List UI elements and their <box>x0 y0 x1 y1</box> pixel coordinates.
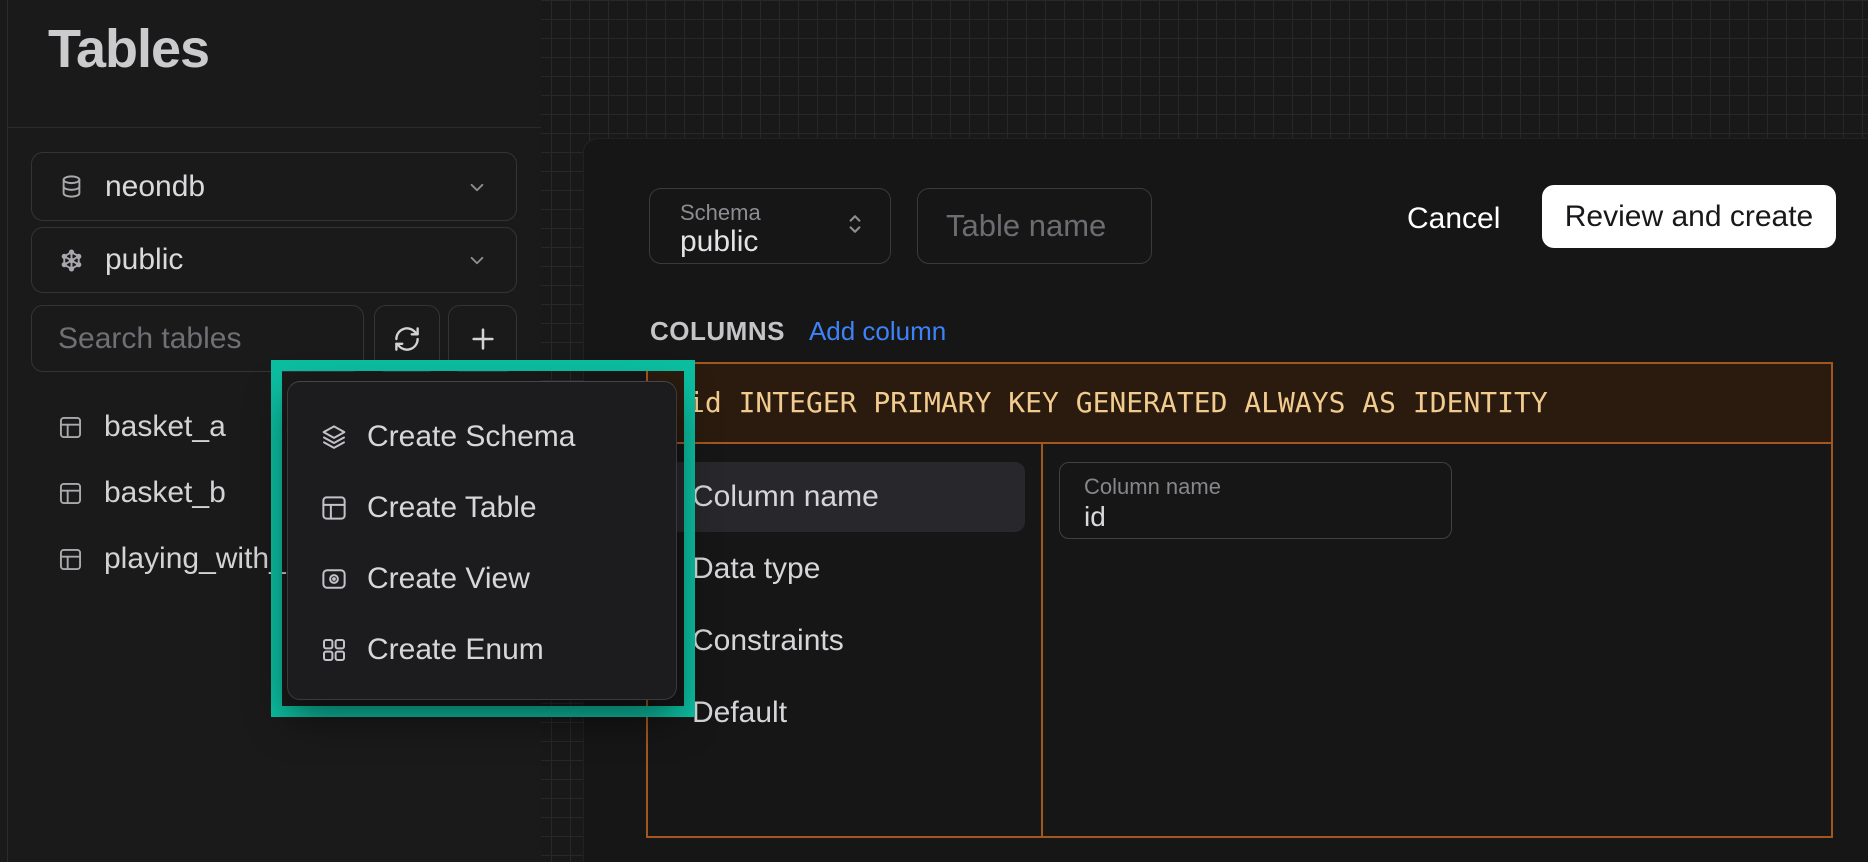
menu-item-label: Create View <box>367 562 530 596</box>
schema-field-label: Schema <box>680 200 761 226</box>
table-name: playing_with_ <box>104 542 286 576</box>
table-icon <box>57 480 84 507</box>
chevron-down-icon <box>464 247 490 273</box>
create-table-drawer: Schema public Cancel Review and create C… <box>583 138 1868 862</box>
column-sql-row[interactable]: id INTEGER PRIMARY KEY GENERATED ALWAYS … <box>648 364 1831 444</box>
column-name-input-value: id <box>1084 501 1106 533</box>
column-settings-form: Column name id <box>1043 444 1831 836</box>
menu-item-create-schema[interactable]: Create Schema <box>288 401 676 472</box>
column-name-input[interactable]: Column name id <box>1059 462 1452 539</box>
columns-editor-panel: id INTEGER PRIMARY KEY GENERATED ALWAYS … <box>646 362 1833 838</box>
schema-field-value: public <box>680 225 758 259</box>
table-name: basket_a <box>104 410 226 444</box>
table-icon <box>319 493 349 523</box>
page-title: Tables <box>48 18 209 80</box>
table-icon <box>57 546 84 573</box>
view-icon <box>319 564 349 594</box>
database-select-value: neondb <box>105 170 205 204</box>
nav-item-default[interactable]: Default <box>660 678 1025 748</box>
editor-schema-select[interactable]: Schema public <box>649 188 891 264</box>
column-editor-body: Column name Data type Constraints Defaul… <box>648 444 1831 836</box>
columns-title: COLUMNS <box>650 316 785 347</box>
database-select[interactable]: neondb <box>31 152 517 221</box>
table-icon <box>57 414 84 441</box>
layers-icon <box>319 422 349 452</box>
column-name-input-label: Column name <box>1084 474 1221 500</box>
menu-item-label: Create Table <box>367 491 537 525</box>
menu-item-create-view[interactable]: Create View <box>288 543 676 614</box>
refresh-icon <box>392 324 422 354</box>
refresh-button[interactable] <box>374 305 440 372</box>
menu-item-create-enum[interactable]: Create Enum <box>288 614 676 685</box>
nav-item-constraints[interactable]: Constraints <box>660 606 1025 676</box>
review-and-create-button[interactable]: Review and create <box>1542 185 1836 248</box>
table-name: basket_b <box>104 476 226 510</box>
sidebar-divider <box>7 127 541 128</box>
schema-select-value: public <box>105 243 183 277</box>
sidebar-left-edge <box>7 0 8 862</box>
cancel-button[interactable]: Cancel <box>1391 194 1516 244</box>
nav-item-data-type[interactable]: Data type <box>660 534 1025 604</box>
grid-icon <box>319 635 349 665</box>
page-background: Tables neondb public <box>0 0 1868 862</box>
create-dropdown-menu: Create Schema Create Table Create View C… <box>287 381 677 700</box>
columns-header: COLUMNS Add column <box>650 316 946 347</box>
schema-icon <box>58 247 85 274</box>
database-icon <box>58 173 85 200</box>
table-name-input[interactable] <box>917 188 1152 264</box>
menu-item-label: Create Schema <box>367 420 575 454</box>
column-settings-nav: Column name Data type Constraints Defaul… <box>648 444 1043 836</box>
add-column-button[interactable]: Add column <box>809 316 946 347</box>
nav-item-column-name[interactable]: Column name <box>660 462 1025 532</box>
add-table-button[interactable] <box>448 305 517 372</box>
menu-item-label: Create Enum <box>367 633 544 667</box>
chevron-down-icon <box>464 174 490 200</box>
plus-icon <box>467 323 499 355</box>
chevrons-up-down-icon <box>840 209 870 239</box>
search-tables-input[interactable] <box>31 305 364 372</box>
schema-select[interactable]: public <box>31 227 517 293</box>
menu-item-create-table[interactable]: Create Table <box>288 472 676 543</box>
